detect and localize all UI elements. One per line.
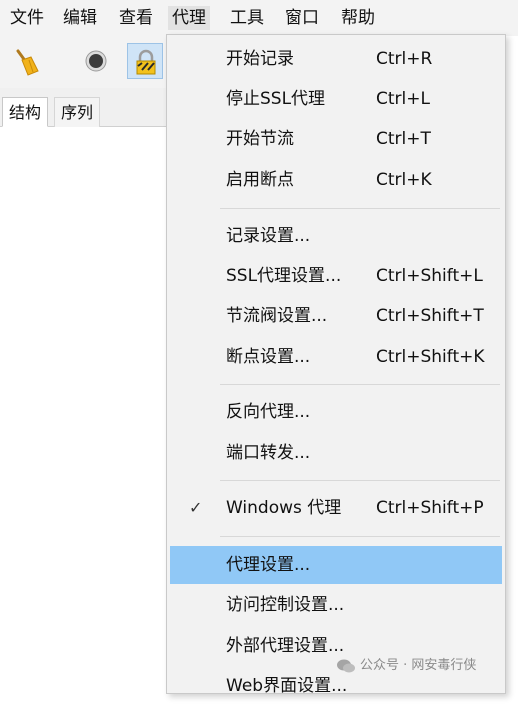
- tab-structure[interactable]: 结构: [2, 97, 49, 127]
- menu-item-ssl-proxying-settings[interactable]: SSL代理设置... Ctrl+Shift+L: [170, 258, 502, 294]
- menu-item-access-control-settings[interactable]: 访问控制设置...: [170, 587, 502, 623]
- tab-sequence[interactable]: 序列: [54, 97, 101, 127]
- menu-item-label: 开始节流: [226, 129, 294, 149]
- ssl-proxy-button[interactable]: [127, 43, 163, 79]
- menu-view[interactable]: 查看: [115, 6, 157, 30]
- menu-item-start-throttling[interactable]: 开始节流 Ctrl+T: [170, 121, 502, 157]
- menu-item-label: 记录设置...: [226, 226, 311, 246]
- menu-item-label: 端口转发...: [226, 443, 311, 463]
- menu-item-stop-ssl-proxying[interactable]: 停止SSL代理 Ctrl+L: [170, 81, 502, 117]
- menu-item-label: 断点设置...: [226, 347, 311, 367]
- watermark-text: 公众号 · 网安毒行侠: [360, 658, 477, 673]
- record-button[interactable]: [78, 43, 114, 79]
- menu-item-shortcut: Ctrl+K: [376, 170, 432, 190]
- menu-item-label: 访问控制设置...: [226, 595, 345, 615]
- menu-item-reverse-proxies[interactable]: 反向代理...: [170, 394, 502, 430]
- menu-item-shortcut: Ctrl+T: [376, 129, 431, 149]
- menu-window[interactable]: 窗口: [281, 6, 323, 30]
- menu-item-shortcut: Ctrl+Shift+L: [376, 266, 483, 286]
- menu-item-shortcut: Ctrl+Shift+P: [376, 498, 484, 518]
- menu-item-enable-breakpoints[interactable]: 启用断点 Ctrl+K: [170, 162, 502, 198]
- menu-item-label: 反向代理...: [226, 402, 311, 422]
- proxy-menu-dropdown: 开始记录 Ctrl+R 停止SSL代理 Ctrl+L 开始节流 Ctrl+T 启…: [166, 34, 506, 696]
- menu-item-shortcut: Ctrl+R: [376, 49, 433, 69]
- clear-session-button[interactable]: [8, 43, 44, 79]
- menu-item-label: 开始记录: [226, 49, 294, 69]
- menu-item-shortcut: Ctrl+Shift+K: [376, 347, 485, 367]
- menu-help[interactable]: 帮助: [337, 6, 379, 30]
- menu-item-label: 停止SSL代理: [226, 89, 326, 109]
- menu-item-throttle-settings[interactable]: 节流阀设置... Ctrl+Shift+T: [170, 298, 502, 334]
- wechat-icon: [337, 659, 355, 672]
- record-icon: [85, 50, 107, 72]
- menu-item-shortcut: Ctrl+L: [376, 89, 430, 109]
- menu-item-breakpoint-settings[interactable]: 断点设置... Ctrl+Shift+K: [170, 339, 502, 375]
- menu-item-label: 外部代理设置...: [226, 636, 345, 656]
- menu-item-recording-settings[interactable]: 记录设置...: [170, 218, 502, 254]
- menu-item-port-forwarding[interactable]: 端口转发...: [170, 435, 502, 471]
- menu-separator: [220, 480, 500, 481]
- menu-tools[interactable]: 工具: [226, 6, 268, 30]
- menu-bar: 文件 编辑 查看 代理 工具 窗口 帮助: [0, 0, 518, 36]
- menu-item-shortcut: Ctrl+Shift+T: [376, 306, 484, 326]
- checkmark-icon: ✓: [189, 498, 203, 517]
- menu-item-label: 节流阀设置...: [226, 306, 328, 326]
- watermark: 公众号 · 网安毒行侠: [336, 656, 476, 676]
- menu-item-label: 代理设置...: [226, 555, 311, 575]
- menu-item-label: SSL代理设置...: [226, 266, 342, 286]
- session-tree-pane[interactable]: [0, 127, 166, 687]
- menu-separator: [220, 384, 500, 385]
- menu-item-proxy-settings[interactable]: 代理设置...: [170, 546, 502, 584]
- lock-icon: [136, 49, 156, 75]
- toolbar: [0, 36, 166, 88]
- view-tabs: 结构 序列: [0, 88, 166, 127]
- broom-icon: [16, 49, 39, 76]
- menu-edit[interactable]: 编辑: [59, 6, 101, 30]
- menu-separator: [220, 208, 500, 209]
- menu-item-label: Windows 代理: [226, 498, 342, 518]
- menu-item-label: 启用断点: [226, 170, 294, 190]
- menu-item-start-recording[interactable]: 开始记录 Ctrl+R: [170, 41, 502, 77]
- menu-item-windows-proxy[interactable]: ✓ Windows 代理 Ctrl+Shift+P: [170, 490, 502, 526]
- menu-proxy[interactable]: 代理: [168, 6, 210, 30]
- menu-item-label: Web界面设置...: [226, 676, 348, 696]
- menu-separator: [220, 536, 500, 537]
- menu-file[interactable]: 文件: [6, 6, 48, 30]
